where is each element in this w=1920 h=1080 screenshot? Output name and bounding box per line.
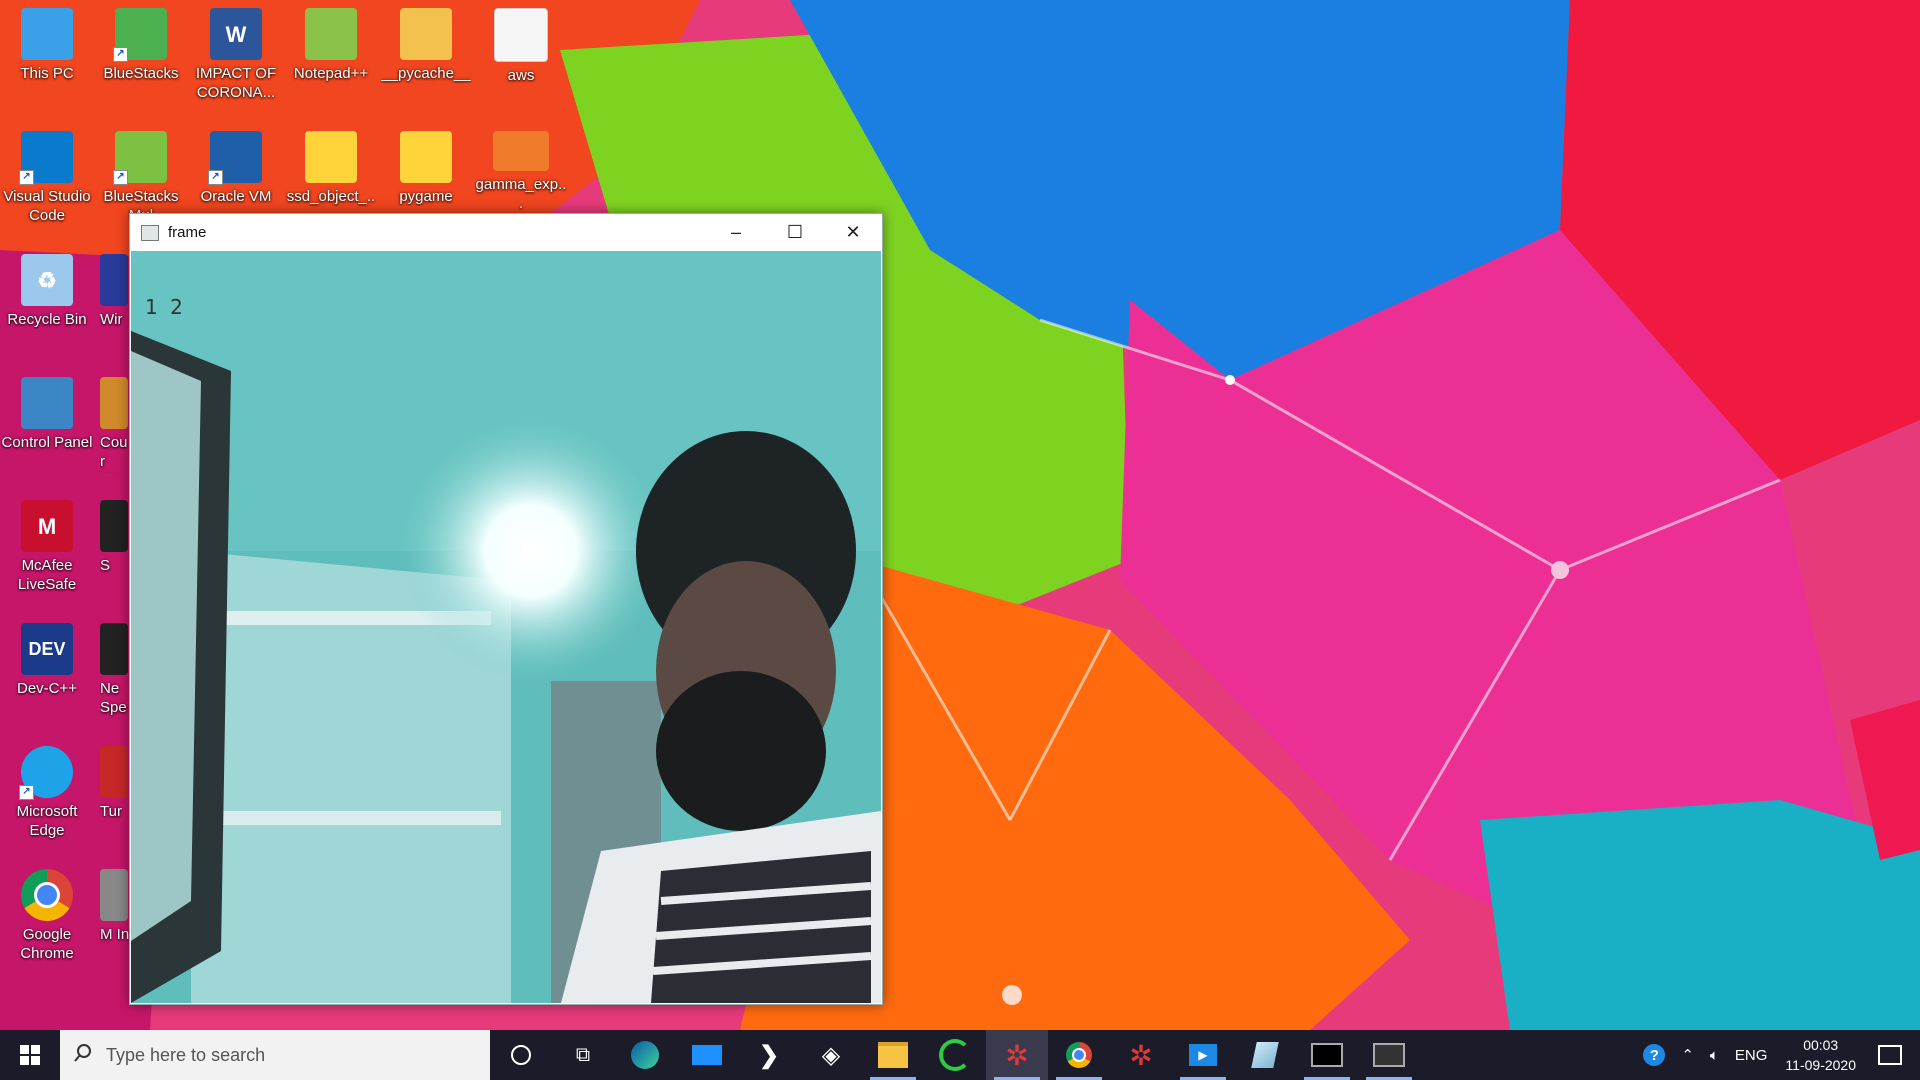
- folder-icon: [400, 8, 452, 60]
- desktop-icon-pycache[interactable]: __pycache__: [380, 0, 472, 118]
- app-icon: [100, 623, 128, 675]
- dropbox-icon: ◈: [821, 1041, 841, 1069]
- taskbar-file-explorer[interactable]: [862, 1030, 924, 1080]
- desktop-icon-bluestacks[interactable]: ↗ BlueStacks: [95, 0, 187, 118]
- chevron-up-icon[interactable]: ⌃: [1681, 1046, 1694, 1064]
- notepad-plus-plus-icon: [305, 8, 357, 60]
- taskbar-terminal[interactable]: [1296, 1030, 1358, 1080]
- clock-date: 11-09-2020: [1785, 1057, 1856, 1073]
- taskbar-search-box[interactable]: Type here to search: [60, 1030, 490, 1080]
- desktop-icon-google-chrome[interactable]: Google Chrome: [1, 861, 93, 979]
- camera-frame-image: [131, 251, 881, 1003]
- desktop-icon-partial-s[interactable]: S: [100, 492, 130, 610]
- cortana-icon: [511, 1045, 531, 1065]
- mail-icon: [692, 1045, 722, 1065]
- maximize-button[interactable]: ☐: [766, 214, 824, 251]
- app-icon: [100, 869, 128, 921]
- taskbar-chrome[interactable]: [1048, 1030, 1110, 1080]
- media-player-icon: ▶: [1189, 1044, 1217, 1066]
- console-icon: [1373, 1043, 1405, 1067]
- window-titlebar[interactable]: frame – ☐ ✕: [130, 214, 882, 251]
- desktop-icon-control-panel[interactable]: Control Panel: [1, 369, 93, 487]
- taskbar-media-player[interactable]: ▶: [1172, 1030, 1234, 1080]
- desktop-icon-partial-m-in[interactable]: M In: [100, 861, 130, 979]
- taskbar-mail[interactable]: [676, 1030, 738, 1080]
- virtualbox-icon: ↗: [208, 131, 262, 185]
- notifications-icon[interactable]: [1878, 1045, 1902, 1065]
- camera-feed: 1 2: [131, 251, 881, 1003]
- minimize-button[interactable]: –: [707, 214, 765, 251]
- file-icon: [494, 8, 548, 62]
- windows-logo-icon: [20, 1045, 40, 1065]
- app-icon: [100, 377, 128, 429]
- python-file-icon: [305, 131, 357, 183]
- powershell-icon: ❯: [758, 1041, 780, 1069]
- desktop-icon-partial-wir[interactable]: Wir: [100, 246, 130, 364]
- file-explorer-icon: [878, 1042, 908, 1068]
- help-icon[interactable]: ?: [1643, 1044, 1666, 1066]
- taskbar-virtualbox[interactable]: [1234, 1030, 1296, 1080]
- taskbar: Type here to search ⧉ ❯ ◈ ✲ ✲ ▶ ? ⌃ 🔈︎ E…: [0, 1030, 1920, 1080]
- search-icon: [74, 1043, 92, 1067]
- app-icon: [100, 746, 128, 798]
- bluestacks-multi-icon: ↗: [113, 131, 167, 185]
- desktop-icon-recycle-bin[interactable]: ♻ Recycle Bin: [1, 246, 93, 364]
- mcafee-icon: M: [21, 500, 73, 552]
- desktop-icon-mcafee[interactable]: M McAfee LiveSafe: [1, 492, 93, 610]
- dev-cpp-icon: DEV: [21, 623, 73, 675]
- desktop-icon-dev-cpp[interactable]: DEV Dev-C++: [1, 615, 93, 733]
- desktop-icon-vscode[interactable]: ↗ Visual Studio Code: [1, 123, 93, 241]
- desktop-icon-this-pc[interactable]: This PC: [1, 0, 93, 118]
- start-button[interactable]: [0, 1030, 60, 1080]
- search-placeholder: Type here to search: [106, 1044, 266, 1065]
- desktop-icon-notepad-plus-plus[interactable]: Notepad++: [285, 0, 377, 118]
- desktop-icon-microsoft-edge[interactable]: ↗ Microsoft Edge: [1, 738, 93, 856]
- edge-icon: [631, 1041, 659, 1069]
- cortana-button[interactable]: [490, 1030, 552, 1080]
- chrome-icon: [21, 869, 73, 921]
- desktop-icon-aws[interactable]: aws: [475, 0, 567, 118]
- computer-icon: [21, 8, 73, 60]
- presentation-file-icon: [493, 131, 549, 171]
- desktop-icon-impact-of-corona[interactable]: W IMPACT OF CORONA...: [190, 0, 282, 118]
- spinner-app-icon: [939, 1039, 971, 1071]
- frame-window[interactable]: frame – ☐ ✕ 1 2: [129, 213, 883, 1005]
- terminal-icon: [1311, 1043, 1343, 1067]
- taskbar-powershell[interactable]: ❯: [738, 1030, 800, 1080]
- python-file-icon: [400, 131, 452, 183]
- language-indicator[interactable]: ENG: [1735, 1047, 1768, 1064]
- speaker-icon[interactable]: 🔈︎: [1710, 1047, 1719, 1064]
- close-button[interactable]: ✕: [824, 214, 882, 251]
- chrome-icon: [1066, 1042, 1092, 1068]
- window-app-icon: [141, 224, 159, 241]
- system-tray: ? ⌃ 🔈︎ ENG 00:03 11-09-2020: [1635, 1030, 1920, 1080]
- task-view-button[interactable]: ⧉: [552, 1030, 614, 1080]
- frame-counter-text: 1 2: [145, 295, 186, 319]
- taskbar-spinner-app[interactable]: [924, 1030, 986, 1080]
- vscode-icon: ↗: [19, 131, 73, 185]
- task-view-icon: ⧉: [575, 1043, 591, 1066]
- clock-time: 00:03: [1803, 1037, 1839, 1053]
- virtualbox-icon: [1251, 1042, 1279, 1068]
- bluestacks-icon: ↗: [113, 8, 167, 62]
- taskbar-console[interactable]: [1358, 1030, 1420, 1080]
- app-icon: [100, 254, 128, 306]
- recycle-bin-icon: ♻: [21, 254, 73, 306]
- opencv-app-2-icon: ✲: [1129, 1039, 1153, 1071]
- app-icon: [100, 500, 128, 552]
- clock[interactable]: 00:03 11-09-2020: [1785, 1035, 1856, 1075]
- window-title: frame: [168, 224, 207, 241]
- taskbar-opencv-app[interactable]: ✲: [986, 1030, 1048, 1080]
- edge-icon: ↗: [19, 746, 73, 800]
- word-document-icon: W: [210, 8, 262, 60]
- desktop-icon-partial-tur[interactable]: Tur: [100, 738, 130, 856]
- taskbar-opencv-app-2[interactable]: ✲: [1110, 1030, 1172, 1080]
- desktop-icon-partial-ne-spee[interactable]: Ne Spee: [100, 615, 130, 733]
- taskbar-edge[interactable]: [614, 1030, 676, 1080]
- control-panel-icon: [21, 377, 73, 429]
- opencv-app-icon: ✲: [1005, 1039, 1029, 1071]
- desktop-icon-partial-cour-glob[interactable]: Cour Glob: [100, 369, 130, 487]
- taskbar-dropbox[interactable]: ◈: [800, 1030, 862, 1080]
